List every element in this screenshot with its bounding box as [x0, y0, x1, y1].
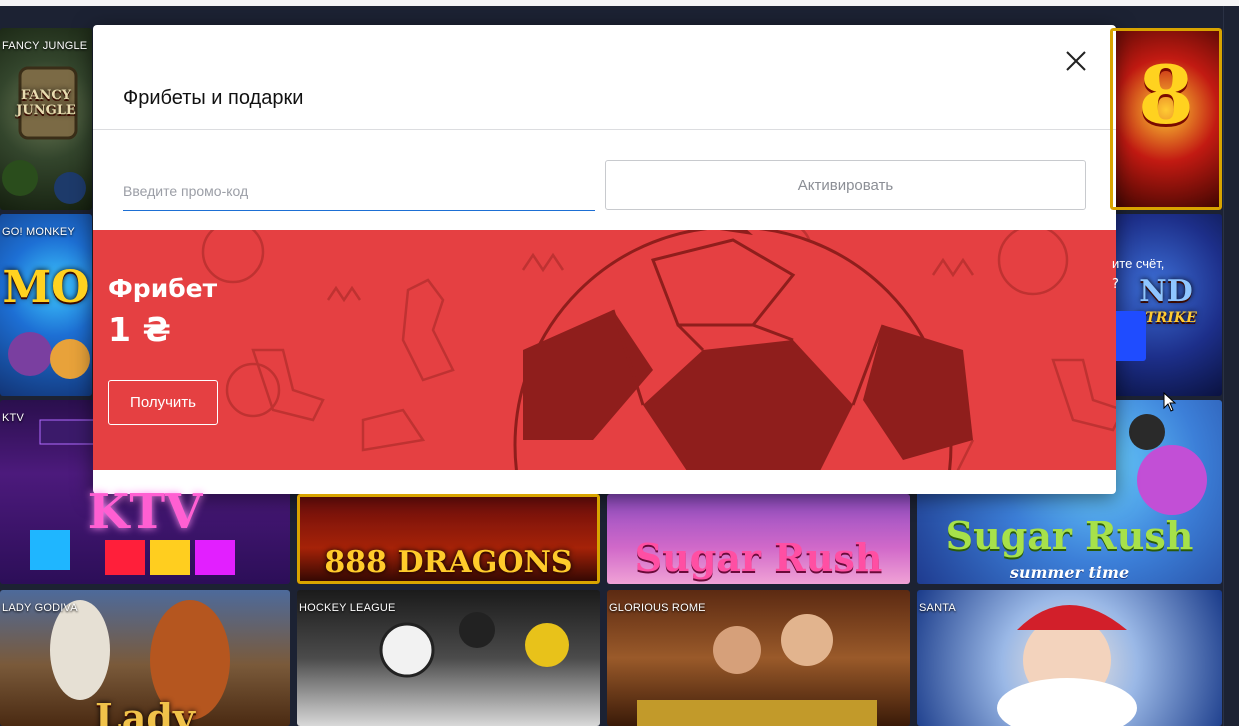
promo-code-input[interactable] — [123, 171, 595, 211]
page-scrollbar[interactable] — [1223, 6, 1239, 726]
football-pattern — [201, 230, 1116, 470]
game-tile-glorious-rome[interactable]: GLORIOUS ROME — [607, 590, 910, 726]
game-logo: 888 DRAGONS — [324, 545, 573, 580]
game-logo: MO — [2, 262, 90, 313]
game-name: SANTA — [919, 602, 956, 614]
background-text: ите счёт, — [1112, 256, 1165, 271]
background-text-2: ? — [1112, 277, 1119, 292]
close-icon[interactable] — [1062, 47, 1090, 75]
activate-button[interactable]: Активировать — [605, 160, 1086, 210]
game-tile-fancy-jungle[interactable]: FANCY JUNGLE FANCY JUNGLE — [0, 28, 92, 210]
game-tile-eight[interactable]: 8 — [1110, 28, 1222, 210]
freebet-title: Фрибет — [108, 274, 218, 303]
game-tile-888-dragons[interactable]: 888 DRAGONS — [297, 494, 600, 584]
soccer-ball-icon — [513, 230, 973, 470]
game-name: GO! MONKEY — [2, 226, 75, 238]
game-tile-santa[interactable]: SANTA — [917, 590, 1222, 726]
game-name: HOCKEY LEAGUE — [299, 602, 396, 614]
fancy-jungle-art — [2, 66, 86, 204]
game-tile-strike[interactable]: ND STRIKE — [1110, 214, 1222, 396]
game-tile-lady-godiva[interactable]: LADY GODIVA Lady — [0, 590, 290, 726]
top-bar — [0, 0, 1239, 6]
game-tile-go-monkey[interactable]: GO! MONKEY MO — [0, 214, 92, 396]
game-logo: FANCY JUNGLE — [16, 88, 76, 118]
modal-title: Фрибеты и подарки — [123, 87, 304, 109]
santa-art — [997, 605, 1137, 726]
game-tile-sugar-rush[interactable]: Sugar Rush — [607, 494, 910, 584]
freebet-amount: 1 ₴ — [108, 310, 171, 349]
game-logo: Sugar Rush — [634, 535, 883, 580]
game-logo: ND — [1139, 274, 1193, 309]
freebet-banner: Фрибет 1 ₴ Получить — [93, 230, 1116, 470]
game-logo: 8 — [1138, 48, 1194, 142]
freebets-modal: Фрибеты и подарки Активировать — [93, 25, 1116, 494]
game-logo: KTV — [87, 484, 203, 540]
game-tile-hockey-league[interactable]: HOCKEY LEAGUE — [297, 590, 600, 726]
background-button[interactable] — [1116, 311, 1146, 361]
get-freebet-button[interactable]: Получить — [108, 380, 218, 425]
game-name: GLORIOUS ROME — [609, 602, 706, 614]
game-name: LADY GODIVA — [2, 602, 78, 614]
game-sublogo: summer time — [1009, 563, 1130, 582]
game-logo: Lady — [95, 695, 195, 726]
game-name: KTV — [2, 412, 24, 424]
divider — [93, 129, 1116, 130]
mouse-cursor-icon — [1163, 392, 1177, 412]
game-logo: Sugar Rush — [945, 513, 1194, 558]
game-name: FANCY JUNGLE — [2, 40, 88, 52]
